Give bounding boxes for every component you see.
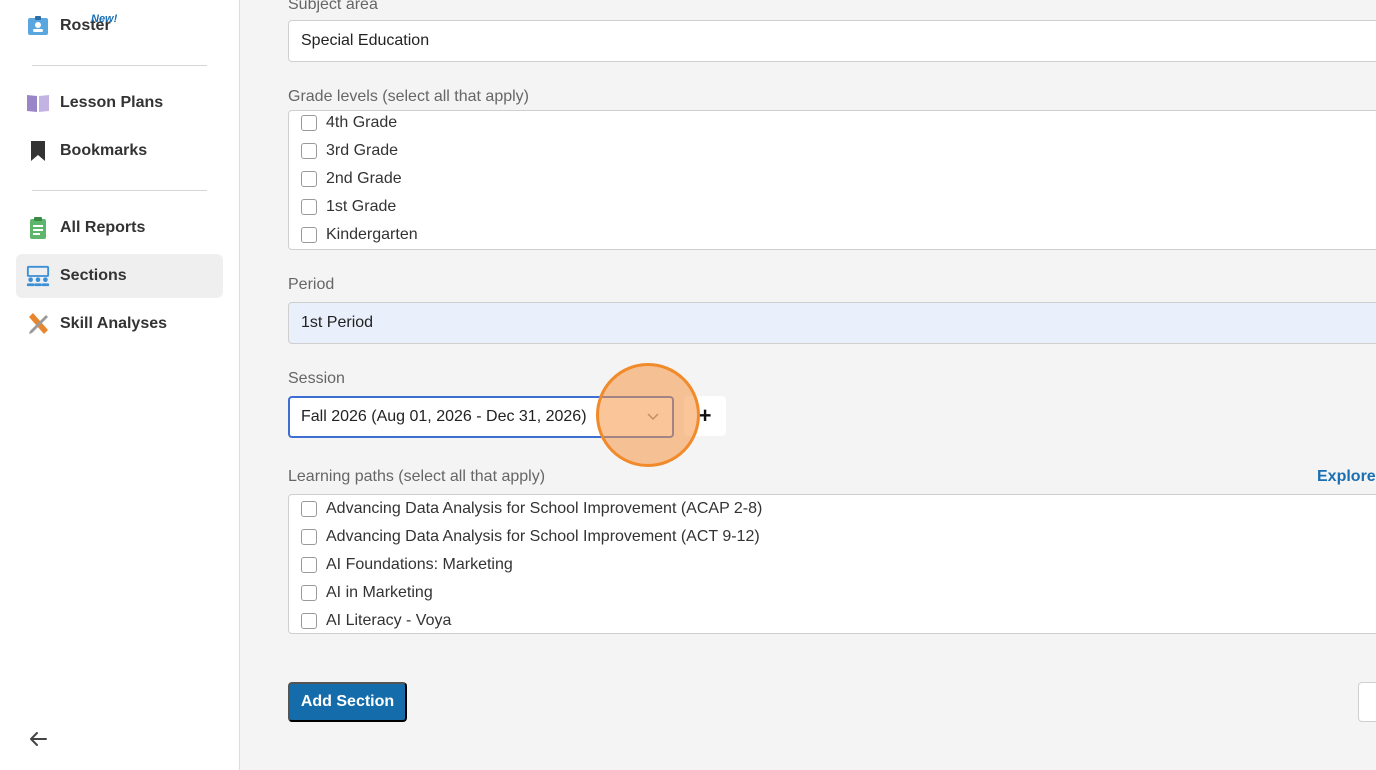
checkbox[interactable]: [301, 501, 317, 517]
sidebar-item-all-reports[interactable]: All Reports: [16, 206, 223, 250]
clipboard-icon: [26, 216, 50, 240]
bookmark-icon: [26, 139, 50, 163]
learning-path-option[interactable]: AI Literacy - Voya: [301, 610, 451, 632]
collapse-sidebar-button[interactable]: [26, 729, 50, 753]
sidebar-divider: [32, 65, 207, 66]
tools-icon: [26, 312, 50, 336]
sidebar-item-sections[interactable]: Sections: [16, 254, 223, 298]
grade-levels-label: Grade levels (select all that apply): [288, 88, 529, 105]
classroom-icon: [26, 264, 50, 288]
learning-path-option[interactable]: Advancing Data Analysis for School Impro…: [301, 498, 762, 520]
checkbox[interactable]: [301, 115, 317, 131]
checkbox[interactable]: [301, 143, 317, 159]
subject-area-field[interactable]: Special Education: [288, 20, 1376, 62]
sidebar-divider: [32, 190, 207, 191]
sidebar-item-lesson-plans[interactable]: Lesson Plans: [16, 81, 223, 125]
checkbox[interactable]: [301, 227, 317, 243]
grade-levels-list[interactable]: 4th Grade 3rd Grade 2nd Grade 1st Grade …: [288, 110, 1376, 250]
grade-option[interactable]: 2nd Grade: [301, 168, 402, 190]
session-value: Fall 2026 (Aug 01, 2026 - Dec 31, 2026): [301, 408, 587, 425]
checkbox[interactable]: [301, 199, 317, 215]
sidebar: Roster New! Lesson Plans Bookmarks All R…: [0, 0, 240, 770]
checkbox[interactable]: [301, 557, 317, 573]
learning-paths-label: Learning paths (select all that apply): [288, 468, 546, 485]
book-icon: [26, 91, 50, 115]
sidebar-item-skill-analyses[interactable]: Skill Analyses: [16, 302, 223, 346]
checkbox[interactable]: [301, 613, 317, 629]
sidebar-item-label: Skill Analyses: [60, 315, 168, 332]
grade-option[interactable]: 4th Grade: [301, 112, 397, 134]
add-section-button[interactable]: Add Section: [288, 682, 407, 722]
session-label: Session: [288, 370, 345, 387]
grade-option[interactable]: 3rd Grade: [301, 140, 398, 162]
arrow-left-icon: [28, 729, 48, 754]
checkbox[interactable]: [301, 585, 317, 601]
period-label: Period: [288, 276, 335, 293]
roster-icon: [26, 14, 50, 38]
sidebar-item-bookmarks[interactable]: Bookmarks: [16, 129, 223, 173]
sidebar-item-label: Sections: [60, 267, 127, 284]
learning-path-option[interactable]: AI in Marketing: [301, 582, 433, 604]
period-value: 1st Period: [301, 314, 374, 331]
new-badge: New!: [91, 13, 118, 25]
learning-path-option[interactable]: AI Foundations: Marketing: [301, 554, 513, 576]
sidebar-item-label: Bookmarks: [60, 142, 148, 159]
learning-paths-list[interactable]: Advancing Data Analysis for School Impro…: [288, 494, 1376, 634]
checkbox[interactable]: [301, 171, 317, 187]
sidebar-item-label: Lesson Plans: [60, 94, 164, 111]
session-select[interactable]: Fall 2026 (Aug 01, 2026 - Dec 31, 2026): [288, 396, 674, 438]
period-field[interactable]: 1st Period: [288, 302, 1376, 344]
learning-path-option[interactable]: Advancing Data Analysis for School Impro…: [301, 526, 760, 548]
subject-area-value: Special Education: [301, 32, 430, 49]
chevron-down-icon: [646, 410, 660, 424]
subject-area-label: Subject area: [288, 0, 378, 13]
checkbox[interactable]: [301, 529, 317, 545]
grade-option[interactable]: Kindergarten: [301, 224, 418, 246]
cancel-button[interactable]: [1358, 682, 1376, 722]
sidebar-item-label: All Reports: [60, 219, 146, 236]
sidebar-item-roster[interactable]: Roster New!: [16, 4, 223, 48]
grade-option[interactable]: 1st Grade: [301, 196, 396, 218]
add-session-button[interactable]: +: [684, 396, 726, 436]
explore-link[interactable]: Explore: [1317, 468, 1376, 486]
